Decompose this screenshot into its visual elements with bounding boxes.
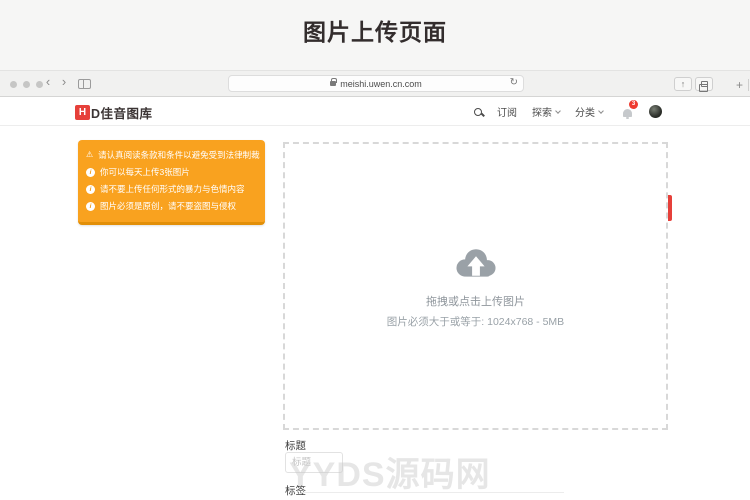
bell-icon: [623, 108, 632, 119]
nav-label: 探索: [532, 108, 552, 119]
dropzone-requirements: 图片必须大于或等于: 1024x768 - 5MB: [386, 315, 565, 328]
title-input[interactable]: [285, 452, 343, 473]
dropzone-instruction: 拖拽或点击上传图片: [426, 295, 525, 308]
back-button[interactable]: ‹: [42, 74, 54, 89]
search-icon[interactable]: [474, 107, 482, 116]
notifications-button[interactable]: 3: [622, 99, 638, 119]
share-button[interactable]: ↑: [674, 77, 692, 91]
nav-label: 分类: [575, 108, 595, 119]
alert-row: i 你可以每天上传3张图片: [86, 166, 257, 178]
info-icon: i: [86, 201, 95, 211]
watermark-underline: [302, 492, 564, 493]
nav-item-categories[interactable]: 分类: [575, 104, 604, 119]
info-icon: i: [86, 167, 95, 177]
site-logo[interactable]: H D佳音图库: [75, 103, 153, 122]
upload-rules-alert: ⚠ 请认真阅读条款和条件以避免受到法律制裁 i 你可以每天上传3张图片 i 请不…: [78, 140, 265, 225]
nav-item-subscribe[interactable]: 订阅: [497, 104, 517, 119]
user-avatar[interactable]: [649, 105, 662, 118]
header-nav: 订阅 探索 分类 3: [474, 97, 662, 126]
address-bar[interactable]: meishi.uwen.cn.com ↻: [228, 75, 524, 92]
site-header: H D佳音图库 订阅 探索 分类 3: [0, 97, 750, 221]
nav-item-explore[interactable]: 探索: [532, 104, 561, 119]
lock-icon: [330, 78, 338, 86]
sidebar-toggle-icon[interactable]: [78, 79, 91, 89]
refresh-icon[interactable]: ↻: [510, 77, 518, 88]
show-tabs-button[interactable]: [695, 77, 713, 92]
new-tab-button[interactable]: +: [736, 78, 743, 92]
page-title: 图片上传页面: [303, 19, 447, 45]
logo-text: D佳音图库: [91, 107, 153, 121]
alert-text: 图片必须是原创，请不要盗图与侵权: [100, 201, 237, 211]
share-icon: ↑: [680, 79, 686, 89]
url-text: meishi.uwen.cn.com: [340, 78, 422, 89]
window-controls: [10, 81, 43, 88]
notification-badge: 3: [629, 99, 638, 109]
alert-text: 你可以每天上传3张图片: [100, 167, 190, 177]
chevron-down-icon: [555, 107, 561, 114]
forward-button[interactable]: ›: [58, 74, 70, 89]
alert-row: ⚠ 请认真阅读条款和条件以避免受到法律制裁: [86, 149, 260, 161]
chevron-down-icon: [598, 107, 604, 114]
warning-icon: ⚠: [86, 150, 94, 159]
cloud-upload-icon: [455, 248, 496, 277]
alert-text: 请不要上传任何形式的暴力与色情内容: [100, 184, 245, 194]
logo-mark: H: [75, 105, 90, 120]
screenshot-root: 图片上传页面 ‹ › meishi.uwen.cn.com ↻ ↑ + H D佳…: [0, 0, 750, 500]
close-window-button[interactable]: [10, 81, 17, 88]
tabs-icon: [698, 81, 708, 92]
alert-row: i 图片必须是原创，请不要盗图与侵权: [86, 200, 257, 212]
upload-dropzone[interactable]: 拖拽或点击上传图片 图片必须大于或等于: 1024x768 - 5MB: [283, 142, 668, 430]
alert-row: i 请不要上传任何形式的暴力与色情内容: [86, 183, 257, 195]
browser-chrome: ‹ › meishi.uwen.cn.com ↻ ↑ +: [0, 70, 750, 97]
info-icon: i: [86, 184, 95, 194]
tab-edge-divider: [748, 79, 749, 91]
tags-label: 标签: [285, 485, 306, 497]
title-label: 标题: [285, 440, 306, 452]
nav-label: 订阅: [497, 108, 517, 119]
minimize-window-button[interactable]: [23, 81, 30, 88]
alert-text: 请认真阅读条款和条件以避免受到法律制裁: [98, 150, 260, 160]
heading-strip: 图片上传页面: [0, 0, 750, 70]
